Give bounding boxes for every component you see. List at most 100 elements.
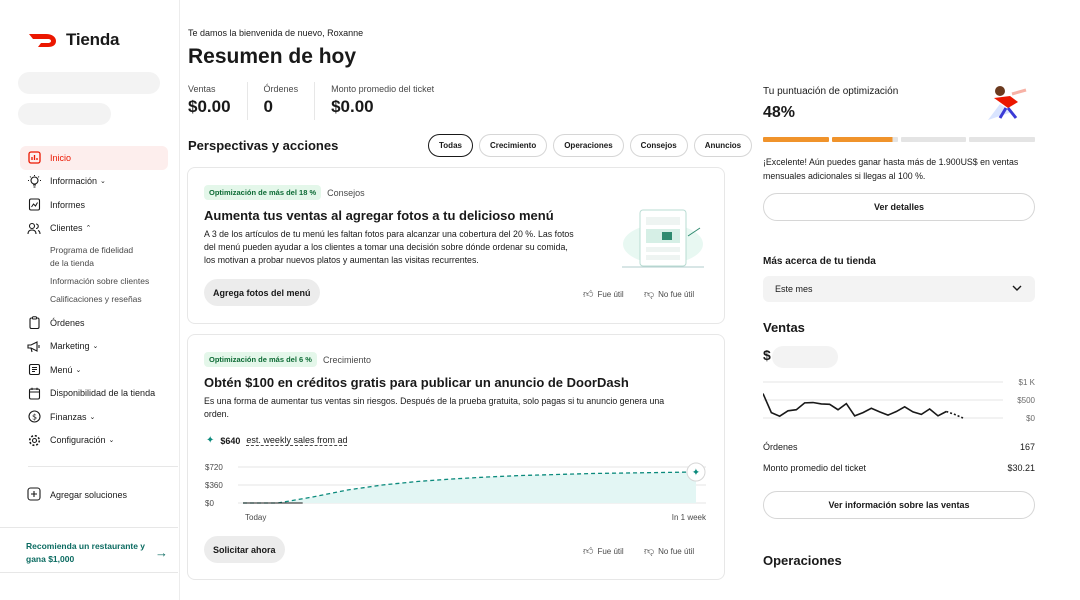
users-icon	[27, 221, 41, 235]
sidebar-item-clientes[interactable]: Clientes ⌃	[20, 217, 168, 241]
stat-ordenes: Órdenes 0	[264, 82, 316, 120]
chevron-down-icon: ⌄	[75, 366, 82, 374]
view-sales-info-button[interactable]: Ver información sobre las ventas	[763, 491, 1035, 519]
progress-segment	[969, 137, 1035, 142]
request-now-button[interactable]: Solicitar ahora	[204, 536, 285, 563]
filter-consejos[interactable]: Consejos	[629, 134, 688, 157]
thumbs-up-icon: 👍︎	[583, 289, 594, 300]
orders-label: Órdenes	[763, 442, 798, 452]
clipboard-icon	[27, 316, 41, 330]
page-title: Resumen de hoy	[188, 45, 357, 68]
period-value: Este mes	[775, 284, 813, 294]
card-title: Obtén $100 en créditos gratis para publi…	[204, 375, 629, 390]
sparkle-icon: ✦	[206, 435, 215, 446]
est-value: $640	[220, 435, 241, 446]
insights-filters: Todas Crecimiento Operaciones Consejos A…	[428, 134, 753, 157]
y-tick-label: $500	[1017, 396, 1035, 405]
orders-value: 167	[1019, 442, 1035, 452]
optimization-progress-bar	[763, 137, 1035, 142]
chevron-down-icon: ⌄	[100, 178, 106, 186]
sidebar-item-label: Órdenes	[50, 317, 85, 328]
delivery-runner-illustration-icon	[988, 86, 1027, 120]
add-solutions-label: Agregar soluciones	[50, 490, 128, 500]
sales-line	[763, 393, 947, 418]
menu-photo-illustration-icon	[622, 209, 704, 268]
feedback-label: No fue útil	[658, 546, 695, 556]
y-tick-label: $0	[1026, 414, 1035, 423]
sidebar-item-inicio[interactable]: Inicio	[20, 146, 168, 170]
progress-segment	[763, 137, 829, 142]
progress-segment	[831, 137, 898, 142]
filter-anuncios[interactable]: Anuncios	[693, 134, 753, 157]
thumbs-down-icon: 👎︎	[644, 289, 655, 300]
sidebar-subitem-calificaciones[interactable]: Calificaciones y reseñas	[20, 293, 168, 306]
optimization-value: 48%	[763, 104, 796, 121]
insight-card-photos: Optimización de más del 18 % Consejos Au…	[187, 167, 725, 324]
stat-ticket: Monto promedio del ticket $0.00	[331, 82, 450, 120]
sidebar-item-label: Disponibilidad de la tienda	[50, 388, 156, 399]
filter-todas[interactable]: Todas	[428, 134, 473, 157]
filter-operaciones[interactable]: Operaciones	[553, 134, 624, 157]
card-tag: Optimización de más del 18 % Consejos	[204, 185, 365, 200]
feedback-not-helpful-button[interactable]: 👎︎ No fue útil	[644, 545, 694, 557]
card-body: A 3 de los artículos de tu menú les falt…	[204, 228, 614, 267]
progress-segment	[900, 137, 967, 142]
doordash-logo-icon	[29, 34, 56, 47]
sidebar-subitem-fidelidad[interactable]: Programa de fidelidad de la tienda	[20, 244, 140, 270]
sidebar-item-finanzas[interactable]: $ Finanzas ⌄	[20, 405, 168, 429]
sidebar-item-ordenes[interactable]: Órdenes	[20, 311, 168, 335]
avg-ticket-row: Monto promedio del ticket $30.21	[763, 463, 1035, 473]
sidebar-item-informacion[interactable]: Información ⌄	[20, 170, 168, 194]
stat-value: $0.00	[188, 97, 231, 116]
orders-row: Órdenes 167	[763, 442, 1035, 452]
gear-icon	[27, 433, 41, 447]
y-tick-label: $360	[205, 481, 223, 490]
x-tick-label: In 1 week	[672, 513, 707, 522]
sidebar-item-configuracion[interactable]: Configuración ⌄	[20, 429, 168, 453]
operations-title: Operaciones	[763, 553, 842, 568]
add-menu-photos-button[interactable]: Agrega fotos del menú	[204, 279, 320, 306]
period-select[interactable]: Este mes	[763, 276, 1035, 302]
card-body-line: orden.	[204, 409, 229, 419]
refer-restaurant-banner[interactable]: Recomienda un restaurante y gana $1,000 …	[0, 527, 178, 573]
report-icon	[27, 198, 41, 212]
feedback-not-helpful-button[interactable]: 👎︎ No fue útil	[644, 288, 694, 300]
y-tick-label: $1 K	[1019, 378, 1035, 387]
sidebar-item-label: Marketing	[50, 341, 90, 352]
sidebar-divider	[28, 466, 178, 467]
sidebar-item-label: Informes	[50, 199, 86, 210]
plus-square-icon	[27, 487, 41, 503]
feedback-helpful-button[interactable]: 👍︎ Fue útil	[583, 288, 624, 300]
brand[interactable]: Tienda	[28, 30, 119, 50]
optimization-title: Tu puntuación de optimización	[763, 86, 899, 97]
avg-ticket-label: Monto promedio del ticket	[763, 463, 867, 473]
card-body-line: los motivan a probar nuevos platos y aum…	[204, 255, 479, 265]
filter-crecimiento[interactable]: Crecimiento	[478, 134, 548, 157]
sidebar-nav: Inicio Información ⌄ Informes Clientes ⌃…	[20, 146, 168, 452]
sidebar-item-disponibilidad[interactable]: Disponibilidad de la tienda	[20, 382, 168, 406]
stat-value: $0.00	[331, 97, 374, 116]
sidebar-item-label: Información	[50, 176, 98, 187]
feedback-helpful-button[interactable]: 👍︎ Fue útil	[583, 545, 624, 557]
stat-value: 0	[263, 97, 274, 116]
sidebar-item-informes[interactable]: Informes	[20, 193, 168, 217]
add-solutions-button[interactable]: Agregar soluciones	[27, 487, 127, 503]
sidebar-item-menu[interactable]: Menú ⌄	[20, 358, 168, 382]
store-selector-placeholder[interactable]	[18, 72, 160, 94]
megaphone-icon	[27, 339, 41, 353]
forecast-area	[243, 472, 696, 503]
sidebar-item-label: Inicio	[50, 152, 72, 163]
sales-currency: $	[763, 347, 771, 363]
sales-title: Ventas	[763, 320, 805, 335]
stat-label: Ventas	[188, 84, 216, 94]
stat-label: Monto promedio del ticket	[331, 84, 435, 94]
sidebar-subitem-info-clientes[interactable]: Información sobre clientes	[20, 275, 168, 288]
est-label[interactable]: est. weekly sales from ad	[246, 435, 348, 446]
sidebar-item-marketing[interactable]: Marketing ⌄	[20, 335, 168, 359]
thumbs-up-icon: 👍︎	[583, 546, 594, 557]
app-root: Tienda Inicio Información ⌄ Informes Cli…	[0, 0, 1080, 600]
store-status-placeholder[interactable]	[18, 103, 111, 125]
dollar-circle-icon: $	[27, 410, 41, 424]
refer-text: Recomienda un restaurante y gana $1,000	[26, 541, 146, 564]
view-details-button[interactable]: Ver detalles	[763, 193, 1035, 221]
